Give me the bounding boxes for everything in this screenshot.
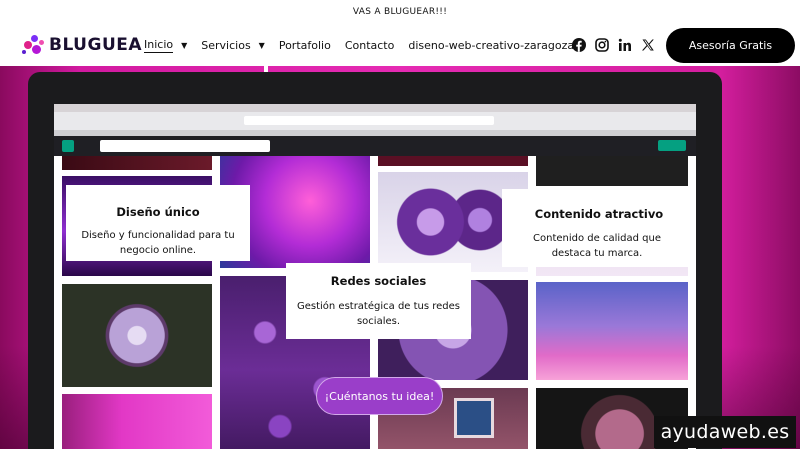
card-title: Redes sociales (330, 274, 427, 288)
card-text: Contenido de calidad que destaca tu marc… (533, 233, 661, 259)
pexels-upload-button (658, 140, 686, 151)
feature-card-contenido: Contenido atractivo Contenido de calidad… (502, 189, 692, 267)
main-navbar: BLUGUEA Inicio ▼ Servicios ▼ Portafolio … (0, 24, 800, 66)
nav-item-contacto[interactable]: Contacto (345, 39, 395, 52)
cuentanos-idea-button[interactable]: ¡Cuéntanos tu idea! (316, 377, 443, 415)
watermark: ayudaweb.es (654, 416, 796, 448)
chevron-down-icon: ▼ (258, 41, 265, 50)
pexels-header (54, 136, 696, 156)
nav-item-label: diseno-web-creativo-zaragoza (408, 39, 575, 52)
window-in-photo (454, 398, 494, 438)
nav-item-label: Inicio (144, 38, 174, 53)
pexels-search-box (100, 140, 270, 152)
card-title: Diseño único (116, 205, 200, 219)
watermark-text: ayudaweb.es (660, 421, 790, 443)
feature-card-diseno: Diseño único Diseño y funcionalidad para… (66, 185, 250, 261)
browser-url-box (244, 116, 494, 125)
card-title: Contenido atractivo (534, 207, 664, 221)
nav-item-portafolio[interactable]: Portafolio (279, 39, 331, 52)
pexels-logo-icon (62, 140, 74, 152)
feature-card-redes: Redes sociales Gestión estratégica de tu… (286, 263, 471, 339)
facebook-icon[interactable] (572, 38, 586, 52)
asesoria-gratis-button[interactable]: Asesoría Gratis (666, 28, 795, 63)
instagram-icon[interactable] (595, 38, 609, 52)
card-text: Diseño y funcionalidad para tu negocio o… (81, 230, 235, 256)
chevron-down-icon: ▼ (181, 41, 188, 50)
logo-text: BLUGUEA (49, 35, 143, 55)
announcement-bar: VAS A BLUGUEAR!!! (0, 0, 800, 24)
browser-toolbar (54, 112, 696, 130)
card-text: Gestión estratégica de tus redes sociale… (296, 301, 461, 327)
photo-tile (536, 156, 688, 186)
nav-item-inicio[interactable]: Inicio ▼ (144, 38, 187, 53)
nav-item-label: Portafolio (278, 39, 331, 52)
announcement-text: VAS A BLUGUEAR!!! (352, 7, 448, 17)
linkedin-icon[interactable] (618, 38, 632, 52)
x-icon[interactable] (641, 38, 655, 52)
nav-active-indicator (264, 66, 268, 72)
nav-item-diseno-web[interactable]: diseno-web-creativo-zaragoza (408, 39, 574, 52)
cta-label: Asesoría Gratis (688, 39, 773, 52)
nav-item-servicios[interactable]: Servicios ▼ (201, 39, 265, 52)
photo-tile (62, 284, 212, 387)
photo-tile (62, 156, 212, 170)
logo-icon (22, 33, 46, 57)
nav-item-label: Servicios (201, 39, 251, 52)
primary-menu: Inicio ▼ Servicios ▼ Portafolio Contacto… (144, 38, 588, 53)
social-links (572, 38, 664, 52)
hero-section: Diseño único Diseño y funcionalidad para… (0, 66, 800, 449)
photo-tile (378, 156, 528, 166)
nav-item-label: Contacto (344, 39, 395, 52)
photo-tile (62, 394, 212, 449)
mac-menubar (54, 104, 696, 112)
photo-tile (536, 282, 688, 380)
hero-button-label: ¡Cuéntanos tu idea! (324, 389, 435, 403)
site-logo[interactable]: BLUGUEA (22, 32, 142, 58)
